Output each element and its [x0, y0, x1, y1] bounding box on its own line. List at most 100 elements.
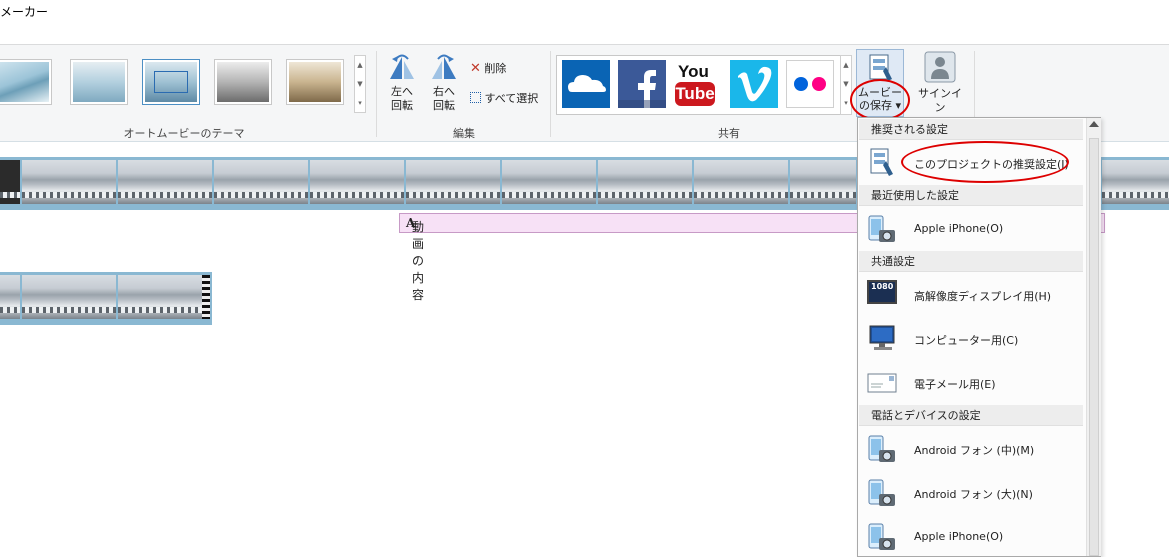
share-group-label: 共有: [718, 127, 740, 140]
menu-item-label: Apple iPhone(O): [914, 222, 1004, 235]
clip-frame: [0, 275, 20, 319]
user-icon: [924, 51, 956, 83]
section-phones: 電話とデバイスの設定: [859, 405, 1083, 426]
rotate-left-icon: [390, 54, 414, 79]
select-all-icon: [470, 92, 481, 103]
caption-label: 動画の内容: [412, 220, 425, 302]
rotate-right-button[interactable]: 右へ 回転: [426, 53, 462, 113]
youtube-icon[interactable]: You Tube: [674, 60, 722, 108]
title-bar: メーカー: [0, 0, 1169, 44]
theme-fade[interactable]: [142, 59, 200, 105]
phone-camera-icon: [868, 435, 895, 462]
theme-cinematic[interactable]: [70, 59, 128, 105]
theme-contemporary[interactable]: [0, 59, 52, 105]
menu-item-hd-display[interactable]: 1080 高解像度ディスプレイ用(H): [859, 273, 1083, 317]
menu-scrollbar[interactable]: [1086, 118, 1101, 556]
clip-frame: [118, 275, 202, 319]
menu-item-computer[interactable]: コンピューター用(C): [859, 317, 1083, 361]
clip-frame: [502, 160, 596, 204]
scroll-down-icon[interactable]: ▼: [355, 75, 365, 94]
edit-group-label: 編集: [453, 127, 475, 140]
menu-item-label: Apple iPhone(O): [914, 530, 1004, 543]
youtube-top-text: You: [678, 62, 709, 81]
menu-item-android-large[interactable]: Android フォン (大)(N): [859, 471, 1083, 515]
vimeo-icon[interactable]: [730, 60, 778, 108]
share-gallery: You Tube ▲ ▼ ▾: [556, 55, 852, 115]
gallery-expand-icon[interactable]: ▾: [355, 94, 365, 113]
clip-frame: [22, 160, 116, 204]
rotate-right-label-1: 右へ: [433, 85, 455, 98]
email-icon: [867, 373, 897, 393]
phone-camera-icon: [868, 523, 895, 550]
clip-frame: [310, 160, 404, 204]
clip-frame: [406, 160, 500, 204]
scroll-up-icon[interactable]: [1089, 121, 1099, 127]
facebook-icon[interactable]: [618, 60, 666, 108]
rotate-right-label-2: 回転: [433, 99, 455, 112]
phone-camera-icon: [868, 215, 895, 242]
menu-item-label: Android フォン (中)(M): [914, 444, 1035, 457]
menu-item-iphone[interactable]: Apple iPhone(O): [859, 515, 1083, 557]
clip-frame: [1102, 160, 1169, 204]
menu-item-android-medium[interactable]: Android フォン (中)(M): [859, 427, 1083, 471]
rotate-left-button[interactable]: 左へ 回転: [384, 53, 420, 113]
theme-gallery-scroll[interactable]: ▲ ▼ ▾: [354, 55, 366, 113]
share-gallery-scroll[interactable]: ▲ ▼ ▾: [840, 55, 852, 115]
section-common: 共通設定: [859, 251, 1083, 272]
menu-item-project-recommended[interactable]: このプロジェクトの推奨設定(J): [859, 142, 1083, 182]
theme-black-white[interactable]: [214, 59, 272, 105]
clip-frame: [0, 160, 20, 204]
select-all-label: すべて選択: [484, 92, 539, 105]
group-separator: [550, 51, 551, 137]
recommended-settings-icon: [870, 148, 893, 176]
rotate-right-icon: [432, 54, 456, 79]
scroll-thumb[interactable]: [1089, 138, 1099, 556]
onedrive-icon[interactable]: [562, 60, 610, 108]
video-clip-strip-2[interactable]: [0, 272, 212, 325]
hd-badge: 1080: [871, 282, 894, 291]
hd-display-icon: 1080: [867, 280, 897, 304]
sign-in-label: サインイン: [918, 87, 962, 114]
scroll-down-icon[interactable]: ▼: [841, 75, 851, 94]
save-movie-button[interactable]: ムービー の保存 ▾: [856, 49, 904, 117]
delete-icon: ✕: [470, 61, 481, 76]
computer-icon: [869, 325, 895, 350]
menu-item-label: コンピューター用(C): [914, 334, 1019, 347]
scroll-up-icon[interactable]: ▲: [841, 56, 851, 75]
rotate-left-label-2: 回転: [391, 99, 413, 112]
group-separator: [376, 51, 377, 137]
menu-item-recent-iphone[interactable]: Apple iPhone(O): [859, 207, 1083, 251]
gallery-expand-icon[interactable]: ▾: [841, 94, 851, 113]
save-movie-icon: [869, 54, 892, 81]
save-movie-label-2: の保存 ▾: [858, 99, 902, 112]
phone-camera-icon: [868, 479, 895, 506]
theme-sepia[interactable]: [286, 59, 344, 105]
clip-frame: [22, 275, 116, 319]
select-all-button[interactable]: すべて選択: [470, 91, 538, 107]
automovie-theme-gallery: ▲ ▼ ▾: [0, 55, 368, 113]
delete-button[interactable]: ✕ 削除: [470, 61, 506, 77]
clip-end-marker: [202, 275, 210, 319]
menu-item-email[interactable]: 電子メール用(E): [859, 361, 1083, 405]
clip-frame: [790, 160, 856, 204]
rotate-left-label-1: 左へ: [391, 85, 413, 98]
clip-frame: [694, 160, 788, 204]
save-movie-menu: 推奨される設定 このプロジェクトの推奨設定(J) 最近使用した設定 Apple …: [857, 117, 1101, 557]
sign-in-button[interactable]: サインイン: [914, 51, 966, 115]
menu-item-label: 高解像度ディスプレイ用(H): [914, 290, 1052, 303]
youtube-bottom-text: Tube: [675, 82, 715, 106]
window-title: メーカー: [0, 5, 49, 19]
menu-item-label: このプロジェクトの推奨設定(J): [914, 158, 1069, 171]
save-movie-label-1: ムービー: [858, 86, 902, 99]
section-recommended: 推奨される設定: [859, 119, 1083, 140]
delete-label: 削除: [484, 62, 507, 75]
clip-frame: [118, 160, 212, 204]
clip-frame: [598, 160, 692, 204]
movie-maker-window: メーカー ▲ ▼ ▾ オートムービーのテーマ 左へ 回転 右へ 回転 ✕ 削除 …: [0, 0, 1169, 557]
clip-frame: [214, 160, 308, 204]
menu-item-label: Android フォン (大)(N): [914, 488, 1033, 501]
theme-group-label: オートムービーのテーマ: [123, 127, 245, 140]
scroll-up-icon[interactable]: ▲: [355, 56, 365, 75]
menu-item-label: 電子メール用(E): [914, 378, 996, 391]
flickr-icon[interactable]: [786, 60, 834, 108]
